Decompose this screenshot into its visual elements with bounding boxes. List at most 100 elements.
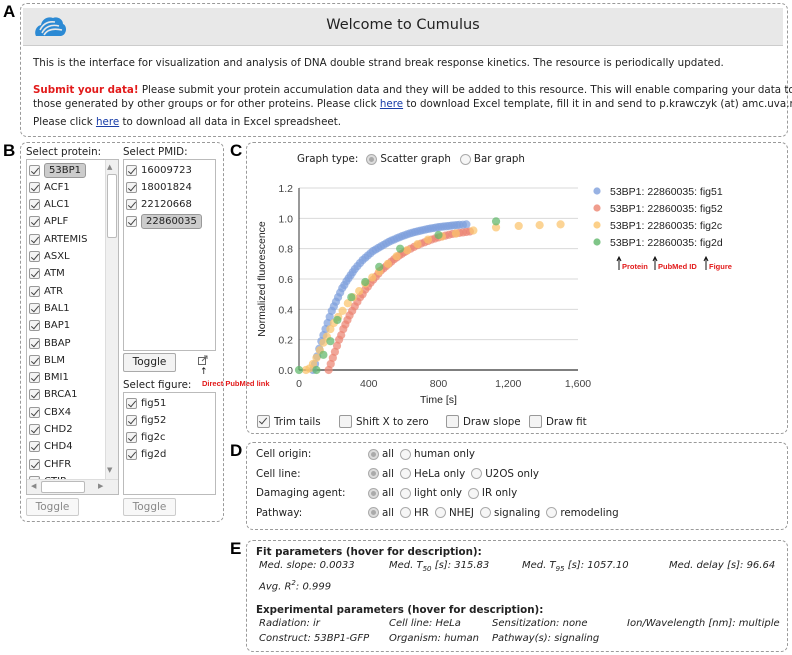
filter-radio[interactable]: [368, 468, 379, 479]
filter-option[interactable]: all: [368, 487, 394, 499]
filter-radio[interactable]: [400, 487, 412, 499]
protein-item[interactable]: APLF: [29, 214, 68, 230]
filter-option[interactable]: all: [368, 468, 394, 480]
protein-checkbox[interactable]: [29, 164, 40, 176]
protein-item[interactable]: ALC1: [29, 197, 70, 213]
protein-checkbox[interactable]: [29, 199, 40, 211]
fit-med-delay[interactable]: Med. delay [s]: 96.64: [669, 560, 775, 571]
pmid-item[interactable]: 22120668: [126, 197, 192, 213]
protein-checkbox[interactable]: [29, 389, 40, 401]
option-draw-fit[interactable]: Draw fit: [529, 415, 587, 428]
exp-ion-wavelength[interactable]: Ion/Wavelength [nm]: multiple: [627, 618, 780, 629]
filter-option[interactable]: U2OS only: [471, 468, 539, 480]
pmid-checkbox[interactable]: [126, 164, 137, 176]
figure-item[interactable]: fig2d: [126, 447, 166, 463]
protein-checkbox[interactable]: [29, 354, 40, 366]
protein-item[interactable]: CBX4: [29, 404, 71, 420]
protein-item[interactable]: CHFR: [29, 456, 71, 472]
pmid-item[interactable]: 18001824: [126, 179, 192, 195]
protein-checkbox[interactable]: [29, 181, 40, 193]
pmid-item[interactable]: 16009723: [126, 162, 192, 178]
template-download-link[interactable]: here: [380, 98, 403, 110]
pmid-toggle-button[interactable]: Toggle: [123, 353, 176, 372]
filter-radio[interactable]: [467, 487, 479, 499]
shift-x-checkbox[interactable]: [339, 415, 352, 428]
protein-checkbox[interactable]: [29, 337, 40, 349]
filter-option[interactable]: HeLa only: [400, 468, 465, 480]
protein-list-scroll-thumb[interactable]: [107, 174, 117, 238]
protein-list-hscrollbar[interactable]: ◀ ▶: [27, 479, 118, 494]
protein-item[interactable]: 53BP1: [29, 162, 86, 178]
protein-item[interactable]: ASXL: [29, 249, 70, 265]
exp-radiation[interactable]: Radiation: ir: [259, 618, 320, 629]
filter-option[interactable]: human only: [400, 448, 475, 460]
filter-radio[interactable]: [368, 487, 379, 499]
filter-radio[interactable]: [400, 468, 412, 479]
experimental-parameters-heading[interactable]: Experimental parameters (hover for descr…: [256, 604, 543, 616]
filter-option[interactable]: signaling: [479, 507, 540, 519]
protein-list[interactable]: 53BP1 ACF1 ALC1 APLF ARTEMIS ASXL ATM ATR BAL1 BA…: [26, 159, 119, 495]
external-link-icon[interactable]: [198, 355, 208, 365]
filter-radio[interactable]: [368, 448, 379, 460]
protein-checkbox[interactable]: [29, 268, 40, 280]
protein-checkbox[interactable]: [29, 285, 40, 297]
figure-toggle-button[interactable]: Toggle: [123, 498, 176, 516]
scroll-right-icon[interactable]: ▶: [98, 482, 103, 490]
protein-item[interactable]: BAL1: [29, 300, 70, 316]
protein-item[interactable]: CHD4: [29, 439, 73, 455]
protein-toggle-button[interactable]: Toggle: [26, 498, 79, 516]
protein-item[interactable]: ATM: [29, 266, 65, 282]
protein-item[interactable]: ACF1: [29, 179, 70, 195]
protein-checkbox[interactable]: [29, 216, 40, 228]
protein-checkbox[interactable]: [29, 441, 40, 453]
exp-organism[interactable]: Organism: human: [389, 633, 479, 644]
fit-med-slope[interactable]: Med. slope: 0.0033: [259, 560, 355, 571]
figure-checkbox[interactable]: [126, 414, 137, 426]
protein-list-hscroll-thumb[interactable]: [41, 481, 85, 493]
protein-checkbox[interactable]: [29, 320, 40, 332]
filter-option[interactable]: HR: [400, 507, 429, 519]
protein-item[interactable]: BAP1: [29, 318, 70, 334]
trim-tails-checkbox[interactable]: [257, 415, 270, 428]
protein-checkbox[interactable]: [29, 251, 40, 262]
protein-item[interactable]: ARTEMIS: [29, 231, 87, 247]
draw-slope-checkbox[interactable]: [446, 415, 459, 428]
protein-checkbox[interactable]: [29, 424, 40, 435]
filter-radio[interactable]: [368, 507, 379, 518]
exp-construct[interactable]: Construct: 53BP1-GFP: [259, 633, 369, 644]
protein-item[interactable]: BLM: [29, 352, 65, 368]
protein-checkbox[interactable]: [29, 458, 40, 470]
exp-sensitization[interactable]: Sensitization: none: [492, 618, 588, 629]
fit-avg-r2[interactable]: Avg. R2: 0.999: [259, 579, 331, 592]
filter-option[interactable]: remodeling: [546, 507, 619, 519]
pmid-item[interactable]: 22860035: [126, 214, 202, 230]
figure-checkbox[interactable]: [126, 432, 137, 444]
scroll-down-icon[interactable]: ▼: [107, 466, 112, 474]
fit-med-t95[interactable]: Med. T95 [s]: 1057.10: [522, 560, 629, 573]
protein-checkbox[interactable]: [29, 406, 40, 418]
option-trim-tails[interactable]: Trim tails: [257, 415, 321, 428]
figure-item[interactable]: fig51: [126, 395, 166, 411]
option-shift-x[interactable]: Shift X to zero: [339, 415, 429, 428]
figure-checkbox[interactable]: [126, 397, 137, 409]
filter-radio[interactable]: [546, 507, 558, 518]
filter-radio[interactable]: [471, 468, 483, 479]
filter-option[interactable]: all: [368, 507, 394, 519]
protein-checkbox[interactable]: [29, 233, 40, 245]
figure-list[interactable]: fig51 fig52 fig2c fig2d: [123, 392, 216, 495]
pmid-list[interactable]: 16009723 18001824 22120668 22860035: [123, 159, 216, 351]
protein-checkbox[interactable]: [29, 372, 40, 384]
draw-fit-checkbox[interactable]: [529, 415, 542, 428]
pmid-checkbox[interactable]: [126, 216, 137, 228]
figure-item[interactable]: fig2c: [126, 430, 166, 446]
protein-item[interactable]: BRCA1: [29, 387, 78, 403]
filter-option[interactable]: light only: [400, 487, 462, 499]
all-data-download-link[interactable]: here: [96, 116, 119, 128]
protein-item[interactable]: ATR: [29, 283, 63, 299]
protein-item[interactable]: BBAP: [29, 335, 71, 351]
protein-item[interactable]: BMI1: [29, 370, 69, 386]
fit-med-t50[interactable]: Med. T50 [s]: 315.83: [389, 560, 489, 573]
pmid-checkbox[interactable]: [126, 181, 137, 193]
protein-list-vscrollbar[interactable]: ▲ ▼: [105, 160, 118, 480]
figure-item[interactable]: fig52: [126, 412, 166, 428]
